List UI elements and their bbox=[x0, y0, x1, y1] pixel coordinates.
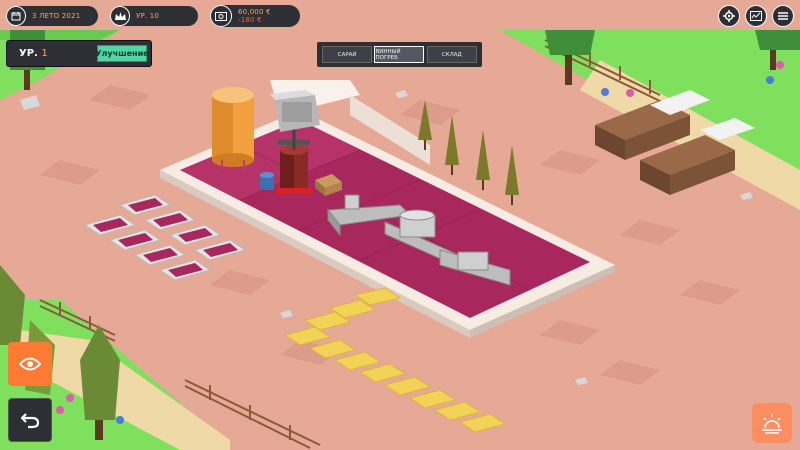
money-display: 60,000 € -180 € bbox=[210, 5, 300, 27]
upgrade-button[interactable]: Улучшение bbox=[95, 45, 149, 62]
menu-icon bbox=[778, 12, 788, 20]
building-level-value: 1 bbox=[41, 48, 48, 59]
weather-button[interactable] bbox=[752, 403, 792, 443]
money-balance: 60,000 € bbox=[238, 8, 271, 16]
tab-warehouse[interactable]: СКЛАД bbox=[426, 46, 477, 63]
date-text: 3 ЛЕТО 2021 bbox=[32, 12, 81, 20]
building-tabs: САРАЙ ВИННЫЙ ПОГРЕБ СКЛАД bbox=[317, 42, 482, 67]
building-level-panel: УР. 1 Улучшение bbox=[6, 40, 152, 67]
game-scene[interactable] bbox=[0, 0, 800, 450]
money-icon[interactable] bbox=[210, 5, 232, 27]
money-change: -180 € bbox=[238, 16, 262, 24]
date-display: 3 ЛЕТО 2021 bbox=[6, 6, 98, 26]
calendar-icon[interactable] bbox=[6, 6, 26, 26]
settings-button[interactable] bbox=[718, 5, 740, 27]
back-arrow-icon bbox=[20, 413, 40, 429]
back-button[interactable] bbox=[8, 398, 52, 442]
crown-icon[interactable] bbox=[110, 6, 130, 26]
view-toggle-button[interactable] bbox=[8, 342, 52, 386]
stats-icon bbox=[750, 11, 762, 21]
player-level-text: УР. 10 bbox=[136, 12, 160, 20]
building-level-prefix: УР. bbox=[19, 48, 38, 59]
fermentation-silo[interactable] bbox=[212, 87, 254, 170]
menu-button[interactable] bbox=[772, 5, 794, 27]
gear-icon bbox=[723, 10, 735, 22]
player-level-display: УР. 10 bbox=[110, 6, 198, 26]
sun-weather-icon bbox=[762, 414, 782, 434]
tab-wine-cellar[interactable]: ВИННЫЙ ПОГРЕБ bbox=[374, 46, 425, 63]
tab-barn[interactable]: САРАЙ bbox=[322, 46, 373, 63]
eye-icon bbox=[19, 357, 41, 371]
stats-button[interactable] bbox=[745, 5, 767, 27]
building-level-label: УР. 1 bbox=[19, 48, 48, 59]
blue-bucket[interactable] bbox=[260, 172, 274, 190]
